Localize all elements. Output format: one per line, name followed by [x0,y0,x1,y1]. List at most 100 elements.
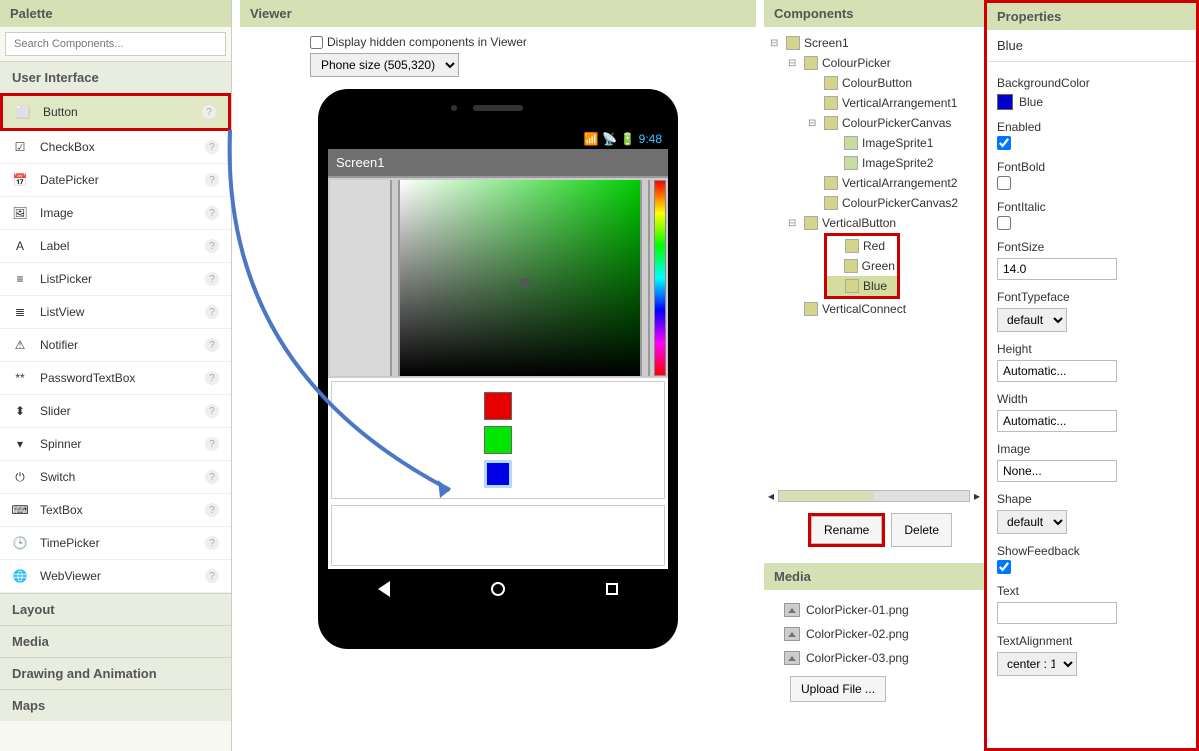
blue-button[interactable] [484,460,512,488]
palette-item-timepicker[interactable]: 🕒TimePicker? [0,527,231,560]
palette-item-listpicker[interactable]: ≡ListPicker? [0,263,231,296]
palette-item-label[interactable]: ALabel? [0,230,231,263]
image-input[interactable] [997,460,1117,482]
palette-item-image[interactable]: 🖼Image? [0,197,231,230]
upload-file-button[interactable]: Upload File ... [790,676,886,702]
palette-item-spinner[interactable]: ▾Spinner? [0,428,231,461]
tree-item-verticalconnect[interactable]: VerticalConnect [768,299,980,319]
help-icon[interactable]: ? [205,437,219,451]
tree-item-colourpickercanvas2[interactable]: ColourPickerCanvas2 [768,193,980,213]
tree-item-imagesprite2[interactable]: ImageSprite2 [768,153,980,173]
recent-icon[interactable] [606,583,618,595]
display-hidden-checkbox[interactable]: Display hidden components in Viewer [310,35,527,49]
help-icon[interactable]: ? [205,206,219,220]
palette-item-button[interactable]: ⬜Button? [0,93,231,131]
palette-item-passwordtextbox[interactable]: **PasswordTextBox? [0,362,231,395]
help-icon[interactable]: ? [205,569,219,583]
tree-item-verticalbutton[interactable]: ⊟VerticalButton [768,213,980,233]
picker-dot-icon[interactable] [520,278,530,288]
tree-item-verticalarrangement2[interactable]: VerticalArrangement2 [768,173,980,193]
textalignment-select[interactable]: center : 1 [997,652,1077,676]
media-file-item[interactable]: ColorPicker-02.png [772,622,976,646]
backgroundcolor-value-row[interactable]: Blue [997,94,1186,110]
height-input[interactable] [997,360,1117,382]
tree-item-colourpicker[interactable]: ⊟ColourPicker [768,53,980,73]
collapse-icon[interactable]: ⊟ [788,218,800,229]
scroll-left-icon[interactable]: ◂ [768,489,774,503]
category-media[interactable]: Media [0,625,231,657]
scroll-right-icon[interactable]: ▸ [974,489,980,503]
palette-item-switch[interactable]: ⏻Switch? [0,461,231,494]
search-components-input[interactable] [5,32,226,56]
palette-item-notifier[interactable]: ⚠Notifier? [0,329,231,362]
backgroundcolor-label: BackgroundColor [997,76,1186,90]
tree-item-colourpickercanvas[interactable]: ⊟ColourPickerCanvas [768,113,980,133]
tree-item-colourbutton[interactable]: ColourButton [768,73,980,93]
help-icon[interactable]: ? [205,503,219,517]
help-icon[interactable]: ? [205,371,219,385]
hscroll-track[interactable] [778,490,970,502]
help-icon[interactable]: ? [205,239,219,253]
collapse-icon[interactable]: ⊟ [788,58,800,69]
divider [390,180,400,376]
help-icon[interactable]: ? [205,140,219,154]
back-icon[interactable] [378,581,390,597]
help-icon[interactable]: ? [202,105,216,119]
collapse-icon[interactable]: ⊟ [808,118,820,129]
rename-button[interactable]: Rename [811,516,882,544]
tree-item-imagesprite1[interactable]: ImageSprite1 [768,133,980,153]
palette-item-slider[interactable]: ⬍Slider? [0,395,231,428]
category-drawing[interactable]: Drawing and Animation [0,657,231,689]
media-file-item[interactable]: ColorPicker-01.png [772,598,976,622]
hue-strip-canvas[interactable] [654,180,666,376]
help-icon[interactable]: ? [205,305,219,319]
fontbold-checkbox[interactable] [997,176,1011,190]
palette-item-checkbox[interactable]: ☑CheckBox? [0,131,231,164]
category-layout[interactable]: Layout [0,593,231,625]
tree-item-label: ImageSprite2 [862,156,933,170]
colour-gradient-canvas[interactable] [400,180,640,376]
palette-item-textbox[interactable]: ⌨TextBox? [0,494,231,527]
display-hidden-input[interactable] [310,36,323,49]
text-input[interactable] [997,602,1117,624]
enabled-checkbox[interactable] [997,136,1011,150]
help-icon[interactable]: ? [205,272,219,286]
category-maps[interactable]: Maps [0,689,231,721]
category-user-interface[interactable]: User Interface [0,61,231,93]
hscroll-thumb[interactable] [779,491,874,501]
palette-item-datepicker[interactable]: 📅DatePicker? [0,164,231,197]
help-icon[interactable]: ? [205,338,219,352]
fontsize-input[interactable] [997,258,1117,280]
viewer-panel: Viewer Display hidden components in View… [240,0,756,751]
tree-item-screen1[interactable]: ⊟Screen1 [768,33,980,53]
palette-item-listview[interactable]: ≣ListView? [0,296,231,329]
help-icon[interactable]: ? [205,470,219,484]
help-icon[interactable]: ? [205,173,219,187]
showfeedback-checkbox[interactable] [997,560,1011,574]
phone-size-select[interactable]: Phone size (505,320) [310,53,459,77]
slider-icon: ⬍ [12,403,28,419]
green-button[interactable] [484,426,512,454]
collapse-icon[interactable]: ⊟ [770,38,782,49]
help-icon[interactable]: ? [205,404,219,418]
fontitalic-checkbox[interactable] [997,216,1011,230]
home-icon[interactable] [491,582,505,596]
tree-item-label: Red [863,239,885,253]
red-button[interactable] [484,392,512,420]
palette-item-webviewer[interactable]: 🌐WebViewer? [0,560,231,593]
help-icon[interactable]: ? [205,536,219,550]
tree-item-green[interactable]: Green [827,256,897,276]
delete-button[interactable]: Delete [891,513,952,547]
switch-icon: ⏻ [12,469,28,485]
tree-item-verticalarrangement1[interactable]: VerticalArrangement1 [768,93,980,113]
shape-select[interactable]: default [997,510,1067,534]
component-icon [804,56,818,70]
fonttypeface-select[interactable]: default [997,308,1067,332]
tree-hscroll[interactable]: ◂ ▸ [764,487,984,505]
width-input[interactable] [997,410,1117,432]
media-file-label: ColorPicker-01.png [806,603,909,617]
battery-icon: 🔋 [620,132,635,146]
tree-item-red[interactable]: Red [827,236,897,256]
media-file-item[interactable]: ColorPicker-03.png [772,646,976,670]
tree-item-blue[interactable]: Blue [827,276,897,296]
